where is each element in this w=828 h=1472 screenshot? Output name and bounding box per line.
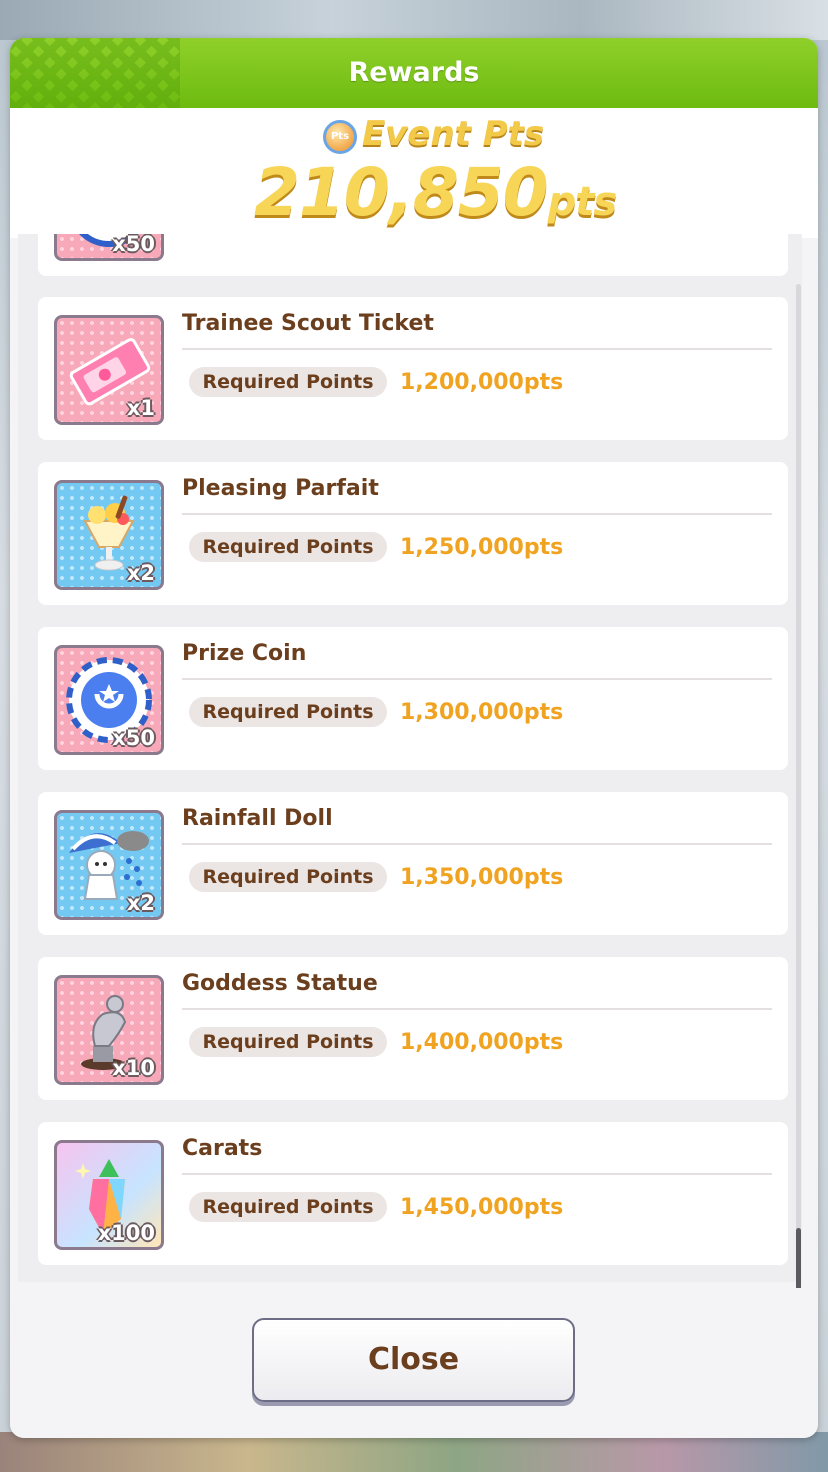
dialog-title: Rewards: [348, 57, 480, 88]
reward-icon-frame: x100: [54, 1140, 164, 1250]
divider: [182, 348, 772, 350]
reward-quantity: x2: [126, 561, 155, 585]
reward-quantity: x1: [126, 396, 155, 420]
event-pts-label: Event Pts: [362, 114, 545, 154]
reward-card: x1 Trainee Scout Ticket Required Points …: [38, 297, 788, 440]
rewards-dialog: Rewards Pts Event Pts 210,850pts x50 x1 …: [10, 38, 818, 1438]
divider: [182, 843, 772, 845]
rewards-list[interactable]: x50 x1 Trainee Scout Ticket Required Poi…: [18, 234, 802, 1282]
reward-icon-frame: x1: [54, 315, 164, 425]
event-pts-icon: Pts: [323, 120, 357, 154]
required-points-label: Required Points: [189, 1192, 387, 1222]
required-points-value: 1,250,000pts: [400, 535, 564, 560]
event-pts-number: 210,850: [254, 154, 549, 231]
reward-icon-frame: x50: [54, 234, 164, 261]
reward-card: x50 Prize Coin Required Points 1,300,000…: [38, 627, 788, 770]
reward-card: x2 Pleasing Parfait Required Points 1,25…: [38, 462, 788, 605]
reward-icon-frame: x50: [54, 645, 164, 755]
event-pts-unit: pts: [547, 179, 618, 225]
reward-quantity: x10: [112, 1056, 155, 1080]
background-scene-top: [0, 0, 828, 40]
required-points-label: Required Points: [189, 367, 387, 397]
required-points-value: 1,400,000pts: [400, 1030, 564, 1055]
dialog-footer: Close: [10, 1288, 818, 1438]
reward-quantity: x50: [112, 726, 155, 750]
divider: [182, 678, 772, 680]
required-points-value: 1,300,000pts: [400, 700, 564, 725]
required-points-label: Required Points: [189, 862, 387, 892]
reward-name: Pleasing Parfait: [182, 476, 379, 501]
reward-quantity: x50: [112, 234, 155, 256]
reward-name: Trainee Scout Ticket: [182, 311, 434, 336]
event-points-panel: Pts Event Pts 210,850pts: [10, 108, 818, 238]
reward-icon-frame: x2: [54, 480, 164, 590]
close-button[interactable]: Close: [252, 1318, 575, 1402]
required-points-value: 1,450,000pts: [400, 1195, 564, 1220]
reward-card: x100 Carats Required Points 1,450,000pts: [38, 1122, 788, 1265]
required-points-label: Required Points: [189, 697, 387, 727]
reward-card: x50: [38, 234, 788, 276]
required-points-value: 1,200,000pts: [400, 370, 564, 395]
reward-name: Goddess Statue: [182, 971, 378, 996]
divider: [182, 1008, 772, 1010]
background-scene-bottom: [0, 1432, 828, 1472]
required-points-label: Required Points: [189, 1027, 387, 1057]
event-pts-total: 210,850pts: [254, 154, 618, 231]
scrollbar[interactable]: [796, 284, 801, 1306]
reward-name: Rainfall Doll: [182, 806, 333, 831]
required-points-value: 1,350,000pts: [400, 865, 564, 890]
reward-icon-frame: x2: [54, 810, 164, 920]
reward-name: Carats: [182, 1136, 263, 1161]
divider: [182, 513, 772, 515]
divider: [182, 1173, 772, 1175]
reward-card: x2 Rainfall Doll Required Points 1,350,0…: [38, 792, 788, 935]
reward-name: Prize Coin: [182, 641, 307, 666]
required-points-label: Required Points: [189, 532, 387, 562]
reward-icon-frame: x10: [54, 975, 164, 1085]
reward-quantity: x2: [126, 891, 155, 915]
reward-card: x10 Goddess Statue Required Points 1,400…: [38, 957, 788, 1100]
reward-quantity: x100: [97, 1221, 155, 1245]
dialog-header: Rewards: [10, 38, 818, 108]
